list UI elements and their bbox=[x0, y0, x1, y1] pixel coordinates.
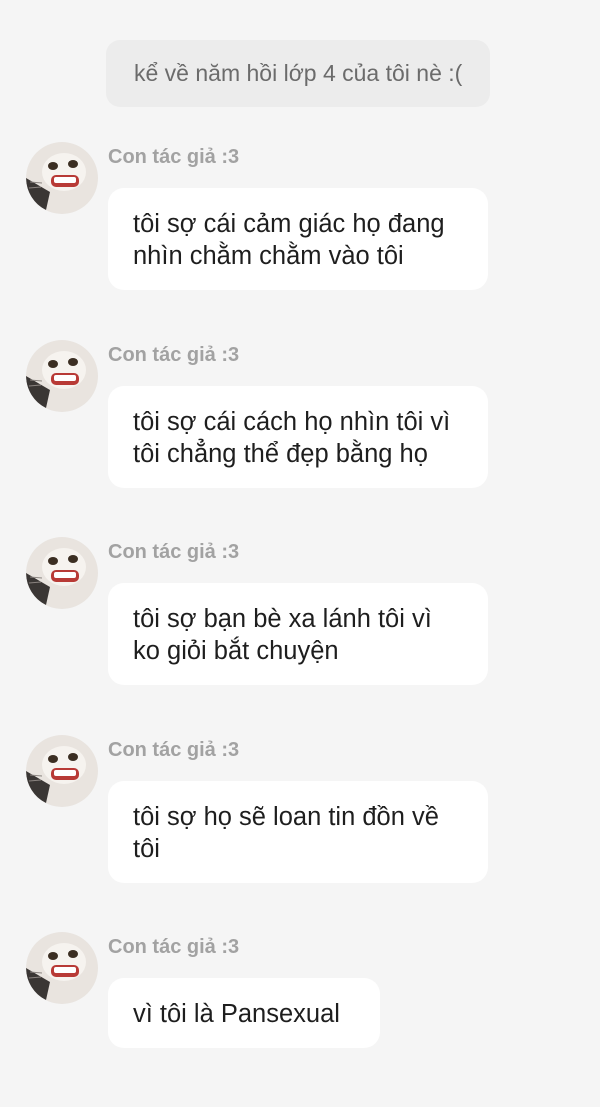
chat-view: kể về năm hồi lớp 4 của tôi nè :( Con tá… bbox=[0, 0, 600, 1107]
message-bubble[interactable]: tôi sợ họ sẽ loan tin đồn về tôi bbox=[108, 781, 488, 883]
message-bubble[interactable]: tôi sợ bạn bè xa lánh tôi vì ko giỏi bắt… bbox=[108, 583, 488, 685]
system-message-text: kể về năm hồi lớp 4 của tôi nè :( bbox=[134, 60, 463, 86]
message-bubble[interactable]: tôi sợ cái cảm giác họ đang nhìn chằm ch… bbox=[108, 188, 488, 290]
message-text: tôi sợ cái cách họ nhìn tôi vì tôi chẳng… bbox=[133, 408, 451, 468]
cat-face-avatar-icon[interactable] bbox=[26, 537, 98, 609]
sender-name: Con tác giả :3 bbox=[108, 936, 240, 958]
sender-name: Con tác giả :3 bbox=[108, 344, 240, 366]
message-text: tôi sợ cái cảm giác họ đang nhìn chằm ch… bbox=[133, 210, 445, 270]
cat-face-avatar-icon[interactable] bbox=[26, 735, 98, 807]
message-text: vì tôi là Pansexual bbox=[133, 1000, 340, 1028]
cat-face-avatar-icon[interactable] bbox=[26, 142, 98, 214]
cat-face-avatar-icon[interactable] bbox=[26, 340, 98, 412]
sender-name: Con tác giả :3 bbox=[108, 541, 240, 563]
cat-face-avatar-icon[interactable] bbox=[26, 932, 98, 1004]
message-text: tôi sợ họ sẽ loan tin đồn về tôi bbox=[133, 803, 439, 863]
message-bubble[interactable]: vì tôi là Pansexual bbox=[108, 978, 380, 1048]
system-message: kể về năm hồi lớp 4 của tôi nè :( bbox=[106, 40, 490, 107]
sender-name: Con tác giả :3 bbox=[108, 146, 240, 168]
message-text: tôi sợ bạn bè xa lánh tôi vì ko giỏi bắt… bbox=[133, 605, 432, 665]
sender-name: Con tác giả :3 bbox=[108, 739, 240, 761]
message-bubble[interactable]: tôi sợ cái cách họ nhìn tôi vì tôi chẳng… bbox=[108, 386, 488, 488]
